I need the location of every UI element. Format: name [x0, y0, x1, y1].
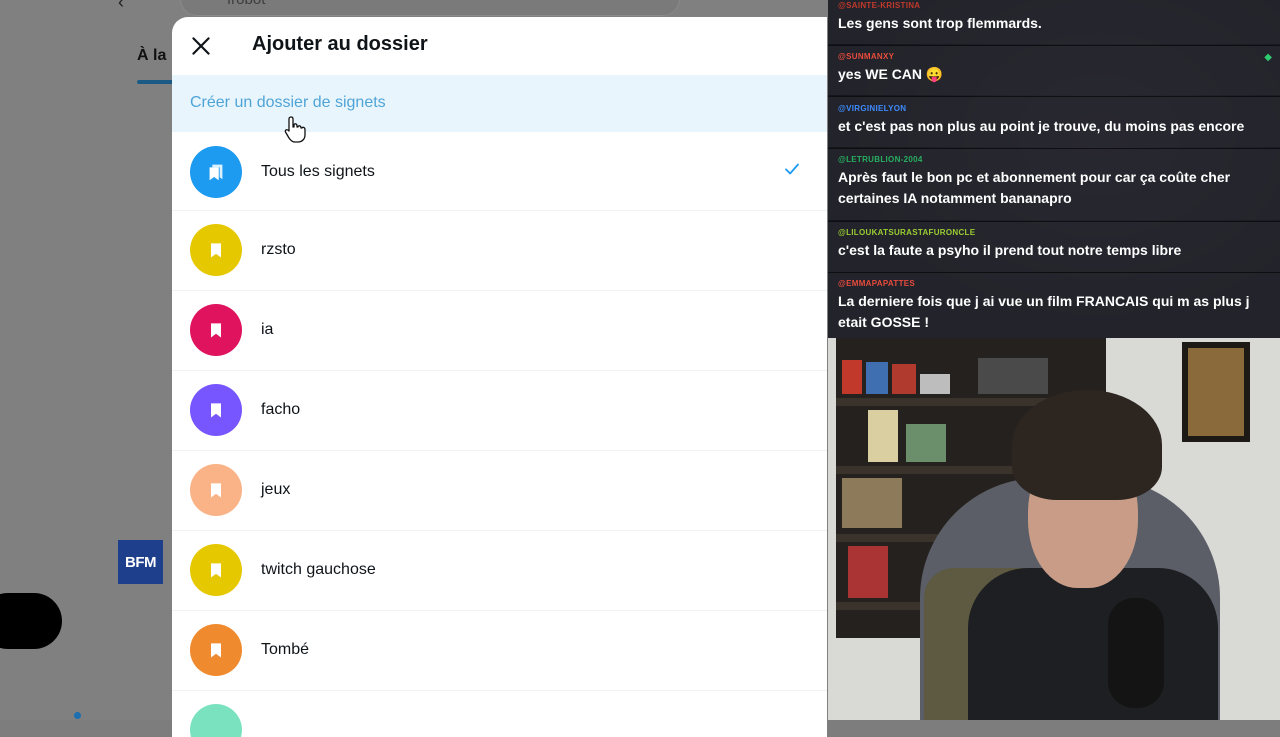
folder-label: ia — [261, 321, 274, 338]
chat-username: @EMMAPAPATTES — [838, 279, 916, 288]
chat-message: @VIRGINIELYON et c'est pas non plus au p… — [828, 96, 1280, 147]
shelf-item — [842, 478, 902, 528]
bookmark-icon — [211, 243, 221, 258]
chat-username: @SUNMANXY — [838, 52, 895, 61]
chat-message: @LILOUKATSURASTAFURONCLE c'est la faute … — [828, 221, 1280, 272]
folder-list: Tous les signets rzsto ia facho jeux twi… — [172, 133, 827, 737]
person-body — [968, 568, 1218, 720]
chat-text: yes WE CAN 😛 — [838, 66, 944, 82]
chat-message: @SUNMANXY yes WE CAN 😛 ◆ — [828, 45, 1280, 95]
create-folder-link[interactable]: Créer un dossier de signets — [190, 94, 386, 112]
background-search-input: frobot — [180, 0, 680, 16]
badge-icon: ◆ — [1264, 52, 1272, 63]
background-tab: À la — [137, 47, 167, 64]
folder-item-rzsto[interactable]: rzsto — [172, 211, 827, 291]
create-folder-row[interactable]: Créer un dossier de signets — [172, 75, 827, 143]
folder-color-circle — [190, 624, 242, 676]
folder-item-ia[interactable]: ia — [172, 291, 827, 371]
shelf-item — [848, 546, 888, 598]
bookmark-icon — [211, 563, 221, 578]
add-to-folder-modal: Ajouter au dossier Créer un dossier de s… — [172, 17, 827, 737]
chat-text: c'est la faute a psyho il prend tout not… — [838, 242, 1182, 258]
folder-item-twitch-gauchose[interactable]: twitch gauchose — [172, 531, 827, 611]
checkmark-icon — [785, 163, 799, 175]
shelf-item — [866, 362, 888, 394]
chat-text: La derniere fois que j ai vue un film FR… — [838, 293, 1250, 330]
shelf-item — [868, 410, 898, 462]
person-hair — [1012, 390, 1162, 500]
webcam-feed — [828, 338, 1280, 720]
bookmark-icon — [211, 403, 221, 418]
modal-title: Ajouter au dossier — [252, 33, 428, 55]
folder-item-jeux[interactable]: jeux — [172, 451, 827, 531]
chat-text: et c'est pas non plus au point je trouve… — [838, 118, 1245, 134]
chat-message: @LETRUBLION-2004 Après faut le bon pc et… — [828, 148, 1280, 220]
folder-item-all-bookmarks[interactable]: Tous les signets — [172, 133, 827, 211]
folder-label: Tous les signets — [261, 163, 375, 180]
folder-label: facho — [261, 401, 301, 418]
chat-username: @LETRUBLION-2004 — [838, 155, 923, 164]
folder-item-facho[interactable]: facho — [172, 371, 827, 451]
chat-overlay: @SAINTE-KRISTINA Les gens sont trop flem… — [828, 0, 1280, 339]
shelf-item — [892, 364, 916, 394]
folder-color-circle — [190, 224, 242, 276]
close-icon[interactable] — [188, 33, 214, 59]
bfm-logo: BFM — [118, 540, 163, 584]
chat-text: Les gens sont trop flemmards. — [838, 15, 1042, 31]
folder-color-circle — [190, 704, 242, 737]
folder-label: jeux — [261, 481, 291, 498]
notification-dot — [74, 712, 81, 719]
background-post-button — [0, 593, 62, 649]
chat-message: @EMMAPAPATTES La derniere fois que j ai … — [828, 272, 1280, 339]
shelf-item — [842, 360, 862, 394]
modal-header: Ajouter au dossier — [172, 17, 827, 75]
folder-color-circle — [190, 304, 242, 356]
stacked-bookmark-icon — [209, 164, 223, 181]
chat-message: @SAINTE-KRISTINA Les gens sont trop flem… — [828, 0, 1280, 44]
bookmark-icon — [211, 323, 221, 338]
shelf-item — [906, 424, 946, 462]
chat-username: @VIRGINIELYON — [838, 104, 907, 113]
chat-username: @SAINTE-KRISTINA — [838, 1, 921, 10]
folder-item-tombe[interactable]: Tombé — [172, 611, 827, 691]
folder-color-circle — [190, 464, 242, 516]
background-tab-indicator — [137, 80, 177, 84]
bookmark-icon — [211, 483, 221, 498]
back-arrow-icon: ‹ — [118, 0, 124, 12]
more-options-icon: ··· — [726, 0, 745, 8]
folder-label: twitch gauchose — [261, 561, 376, 578]
microphone — [1108, 598, 1164, 708]
shelf-item — [978, 358, 1048, 394]
shelf-item — [920, 374, 950, 394]
folder-label: Tombé — [261, 641, 310, 658]
chat-username: @LILOUKATSURASTAFURONCLE — [838, 228, 976, 237]
folder-label: rzsto — [261, 241, 296, 258]
wall-painting — [1182, 342, 1250, 442]
folder-color-circle — [190, 384, 242, 436]
bookmark-icon — [211, 643, 221, 658]
folder-color-circle — [190, 146, 242, 198]
stream-panel: @SAINTE-KRISTINA Les gens sont trop flem… — [828, 0, 1280, 720]
folder-item-partial[interactable] — [172, 691, 827, 737]
chat-text: Après faut le bon pc et abonnement pour … — [838, 169, 1231, 206]
folder-color-circle — [190, 544, 242, 596]
